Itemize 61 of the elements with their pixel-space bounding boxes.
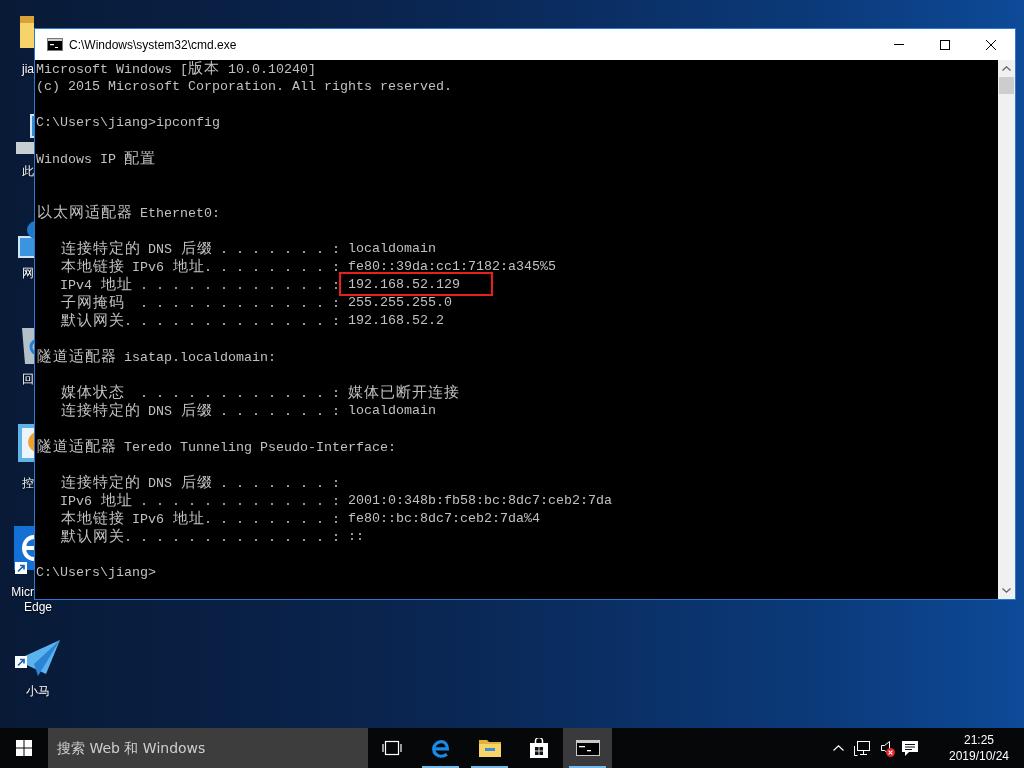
monitor-icon: [854, 740, 870, 756]
entry-label: 默认网关. . . . . . . . . . . . . :: [60, 528, 340, 546]
desktop-icon-label[interactable]: Edge: [24, 600, 52, 614]
entry-label: 连接特定的 DNS 后缀 . . . . . . . :: [60, 474, 340, 492]
entry-label: 连接特定的 DNS 后缀 . . . . . . . :: [60, 240, 340, 258]
console-icon: [47, 38, 63, 51]
section-heading: Windows IP 配置: [36, 150, 156, 168]
minimize-icon: [894, 44, 904, 45]
task-view-icon: [382, 740, 402, 756]
clock-time[interactable]: 21:25: [964, 732, 994, 748]
entry-label: IPv4 地址 . . . . . . . . . . . . :: [60, 276, 340, 294]
entry-value: fe80::39da:cc1:7182:a345%5: [348, 258, 556, 276]
entry-label: 媒体状态 . . . . . . . . . . . . :: [60, 384, 340, 402]
entry-label: 本地链接 IPv6 地址. . . . . . . . :: [60, 258, 340, 276]
windows-logo-icon: [16, 740, 32, 756]
entry-value: 255.255.255.0: [347, 294, 452, 312]
search-field[interactable]: 搜索 Web 和 Windows: [48, 728, 368, 768]
close-icon: [986, 39, 996, 50]
scroll-thumb[interactable]: [999, 77, 1014, 94]
prompt-text: C:\Users\jiang>: [36, 564, 156, 582]
desktop-icon-label[interactable]: jia: [22, 62, 34, 76]
entry-value: fe80::bc:8dc7:ceb2:7da%4: [348, 510, 540, 528]
desktop-icon-label[interactable]: 小马: [26, 684, 50, 698]
adapter-heading: 隧道适配器 isatap.localdomain:: [36, 348, 276, 366]
adapter-heading: 隧道适配器 Teredo Tunneling Pseudo-Interface:: [36, 438, 396, 456]
entry-label: IPv6 地址 . . . . . . . . . . . . :: [60, 492, 340, 510]
shopping-bag-icon: [528, 738, 549, 758]
scrollbar[interactable]: [998, 60, 1015, 599]
desktop-icon-label[interactable]: 回: [22, 372, 34, 386]
chevron-up-icon[interactable]: [1002, 66, 1011, 71]
desktop-icon-label[interactable]: 控: [22, 476, 34, 490]
taskbar-app-button[interactable]: [563, 728, 612, 768]
entry-value: localdomain: [348, 240, 436, 258]
entry-label: 本地链接 IPv6 地址. . . . . . . . :: [60, 510, 340, 528]
chevron-down-icon[interactable]: [1002, 588, 1011, 593]
folder-icon: [478, 739, 501, 757]
entry-label: 子网掩码 . . . . . . . . . . . . :: [60, 294, 340, 312]
window-title: C:\Windows\system32\cmd.exe: [69, 37, 237, 52]
clock-date[interactable]: 2019/10/24: [948, 748, 1010, 764]
entry-value: localdomain: [348, 402, 436, 420]
desktop-icon-label[interactable]: 此: [22, 164, 34, 178]
entry-value: 2001:0:348b:fb58:bc:8dc7:ceb2:7da: [347, 492, 612, 510]
desktop-icon-label[interactable]: 网: [22, 266, 34, 280]
console-text: Microsoft Windows [版本 10.0.10240]: [36, 60, 316, 78]
entry-value: 192.168.52.129: [347, 276, 460, 294]
adapter-heading: 以太网适配器 Ethernet0:: [36, 204, 220, 222]
speaker-icon: [881, 741, 891, 755]
browser-icon[interactable]: [14, 526, 34, 574]
desktop-icon-label[interactable]: Micr: [11, 585, 34, 599]
browser-icon: [429, 737, 452, 759]
command-line-text: C:\Users\jiang>ipconfig: [36, 114, 220, 132]
entry-label: 默认网关. . . . . . . . . . . . . :: [60, 312, 340, 330]
console-icon: [575, 740, 600, 756]
entry-value: ::: [347, 528, 364, 546]
caret-up-icon: [832, 745, 844, 751]
console-text: (c) 2015 Microsoft Corporation. All rights reserved.: [36, 78, 452, 96]
entry-value: 192.168.52.2: [347, 312, 444, 330]
maximize-icon: [940, 39, 950, 50]
entry-value: 媒体已断开连接: [347, 384, 460, 402]
speech-bubble-icon: [902, 740, 918, 756]
entry-label: 连接特定的 DNS 后缀 . . . . . . . :: [60, 402, 340, 420]
